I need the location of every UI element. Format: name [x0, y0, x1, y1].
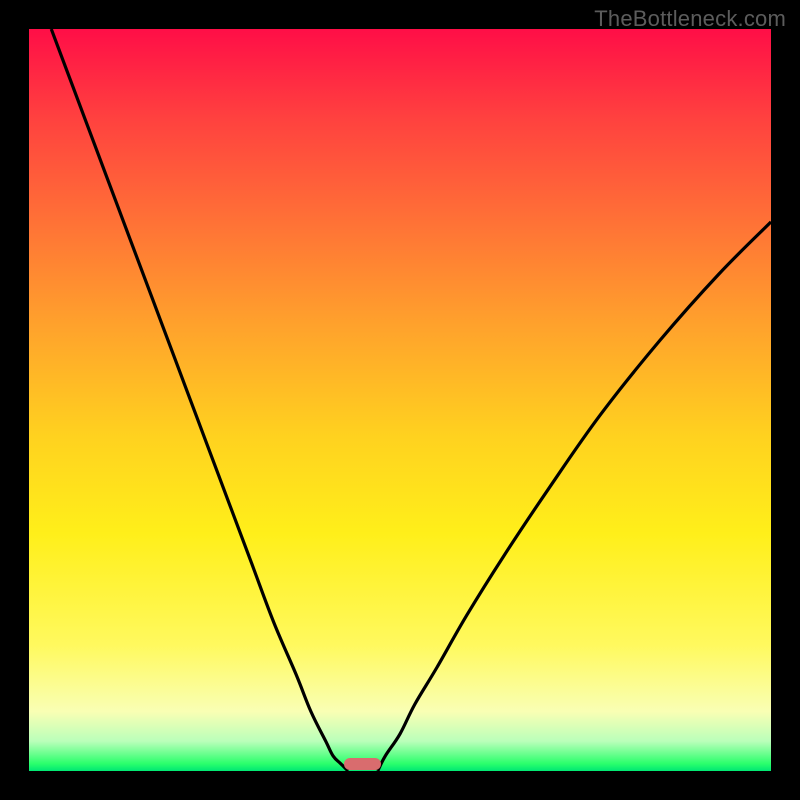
bottleneck-curve	[29, 29, 771, 771]
optimal-range-marker	[344, 758, 381, 770]
curve-right-branch	[378, 222, 771, 771]
curve-left-branch	[51, 29, 348, 771]
chart-plot-area	[29, 29, 771, 771]
